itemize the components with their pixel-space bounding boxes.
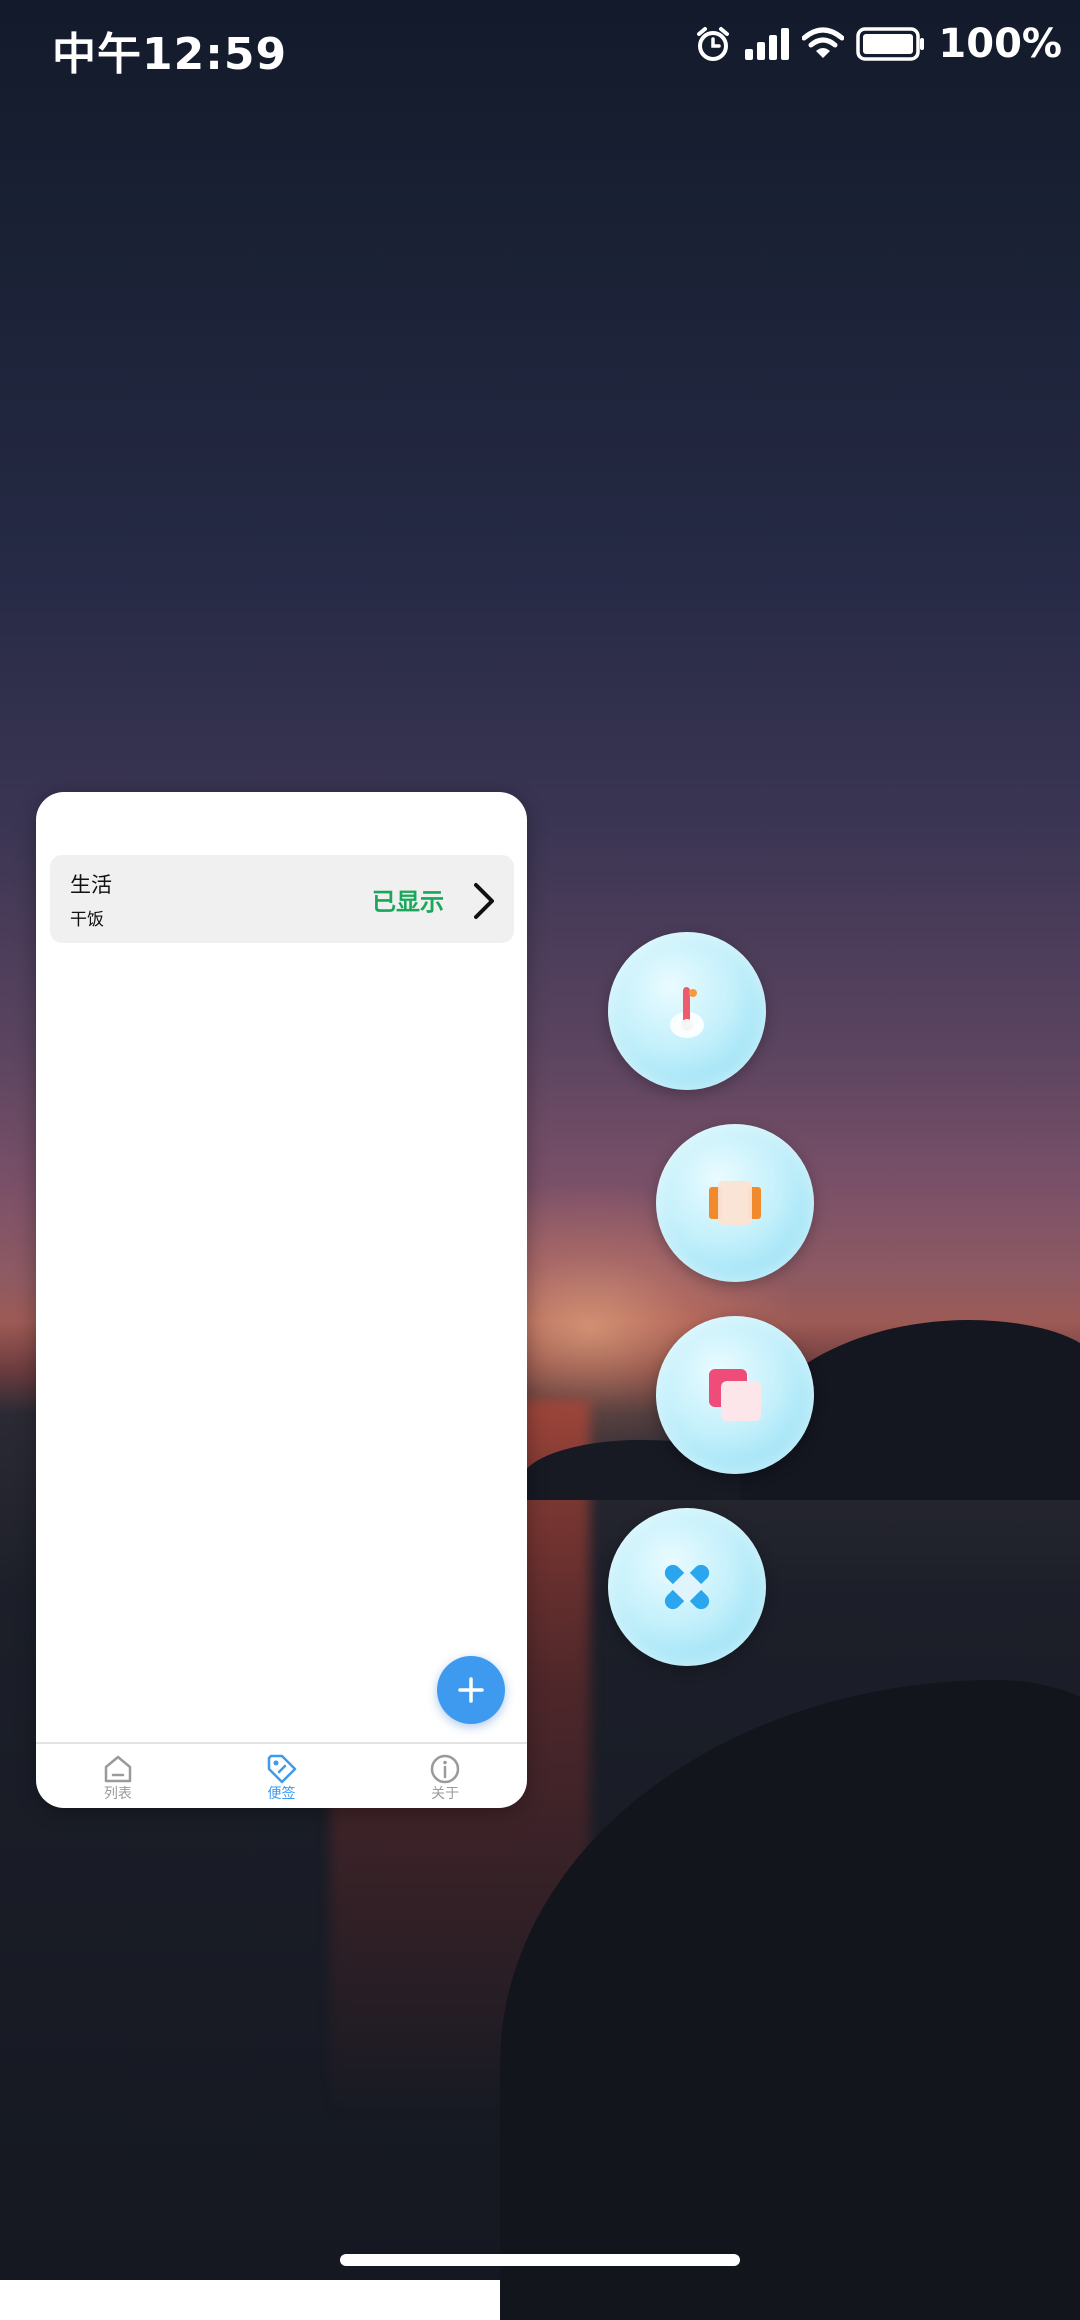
- battery-percentage: 100%: [938, 21, 1062, 67]
- tab-bar: 列表 便签 关于: [36, 1744, 527, 1808]
- status-icons: 100%: [694, 21, 1062, 67]
- alarm-icon: [697, 27, 730, 61]
- bandage-icon: [664, 1564, 710, 1610]
- add-note-button[interactable]: [437, 1656, 505, 1724]
- thermometer-icon: [670, 987, 704, 1038]
- tab-list-label: 列表: [103, 1786, 132, 1802]
- plus-icon: [458, 1677, 484, 1703]
- note-status-label: 已显示: [372, 888, 444, 916]
- wifi-icon: [802, 27, 845, 58]
- home-indicator[interactable]: [340, 2254, 740, 2266]
- tab-list[interactable]: 列表: [36, 1744, 200, 1808]
- floating-bubble-bandage[interactable]: [608, 1508, 766, 1666]
- copy-cards-icon: [709, 1369, 761, 1421]
- tag-icon: [267, 1754, 296, 1784]
- tab-about[interactable]: 关于: [363, 1744, 527, 1808]
- notes-widget[interactable]: 生活 干饭 已显示 列表 便签 关于: [36, 792, 527, 1808]
- home-icon: [104, 1755, 132, 1783]
- status-bar: 中午12:59 100%: [0, 0, 1080, 90]
- tab-notes[interactable]: 便签: [200, 1744, 364, 1808]
- floating-bubble-film[interactable]: [656, 1124, 814, 1282]
- note-list-item[interactable]: 生活 干饭 已显示: [50, 855, 514, 943]
- film-strip-icon: [709, 1181, 761, 1225]
- note-title: 生活: [70, 873, 112, 897]
- tab-notes-label: 便签: [267, 1786, 296, 1802]
- tab-about-label: 关于: [431, 1786, 460, 1802]
- status-time: 中午12:59: [52, 29, 288, 80]
- note-subtitle: 干饭: [70, 910, 104, 930]
- signal-icon: [745, 28, 790, 60]
- battery-icon: [856, 27, 925, 61]
- floating-bubble-thermometer[interactable]: [608, 932, 766, 1090]
- info-icon: [430, 1754, 460, 1784]
- floating-bubble-cards[interactable]: [656, 1316, 814, 1474]
- chevron-right-icon[interactable]: [466, 881, 502, 921]
